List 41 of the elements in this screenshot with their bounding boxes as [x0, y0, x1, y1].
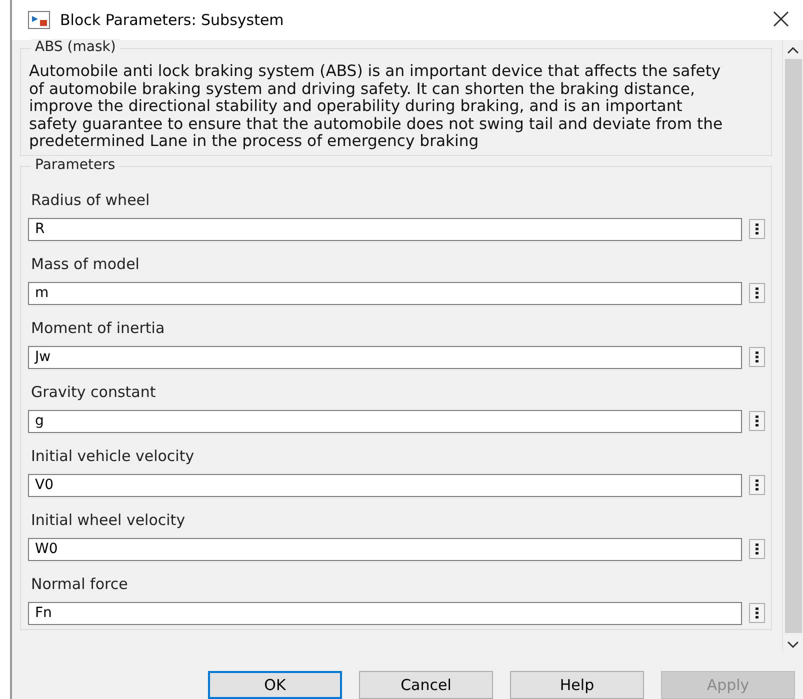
dialog-button[interactable]: Help [510, 671, 644, 699]
parameter-label: Moment of inertia [31, 318, 166, 336]
menu-button[interactable] [749, 283, 765, 303]
dots-icon [755, 351, 759, 363]
parameter-label: Normal force [31, 574, 129, 592]
dots-icon [755, 543, 759, 555]
input-field[interactable]: Jw [28, 346, 742, 368]
input-field[interactable]: g [28, 410, 742, 432]
dots-icon [755, 287, 759, 299]
menu-button[interactable] [749, 539, 765, 559]
dots-icon [755, 223, 759, 235]
scrollbar[interactable] [782, 40, 803, 652]
input-field[interactable]: R [28, 218, 742, 240]
dots-icon [755, 607, 759, 619]
scroll-up-icon[interactable] [787, 46, 799, 56]
parameter-label: Initial vehicle velocity [31, 446, 196, 464]
description: Automobile anti lock braking system (ABS) is an important device that affects the safety of automobile braking system and driving safety. It can shorten the braking distance, improve the directional stability and operability during braking, and is an important safety guarantee to ensure that the automobile does not swing tail and deviate from the predetermined Lane in the process of emergency braking [29, 63, 724, 150]
group-title: ABS (mask) [31, 39, 120, 55]
scroll-thumb[interactable] [784, 59, 802, 633]
menu-button[interactable] [749, 219, 765, 239]
scroll-down-icon[interactable] [787, 639, 799, 649]
input-field[interactable]: m [28, 282, 742, 304]
menu-button[interactable] [749, 411, 765, 431]
input-field[interactable]: Fn [28, 602, 742, 624]
app-icon [28, 11, 50, 29]
parameter-label: Radius of wheel [31, 190, 151, 208]
dialog-button[interactable]: Cancel [359, 671, 493, 699]
menu-button[interactable] [749, 475, 765, 495]
dialog-button[interactable]: OK [208, 671, 342, 699]
parameter-label: Mass of model [31, 254, 140, 272]
dots-icon [755, 415, 759, 427]
group-title: Parameters [31, 156, 120, 172]
dots-icon [755, 479, 759, 491]
parameter-label: Gravity constant [31, 382, 157, 400]
close-icon [773, 11, 789, 27]
parameter-label: Initial wheel velocity [31, 510, 186, 528]
menu-button[interactable] [749, 347, 765, 367]
input-field[interactable]: W0 [28, 538, 742, 560]
window-title: Block Parameters: Subsystem [60, 11, 285, 29]
input-field[interactable]: V0 [28, 474, 742, 496]
menu-button[interactable] [749, 603, 765, 623]
